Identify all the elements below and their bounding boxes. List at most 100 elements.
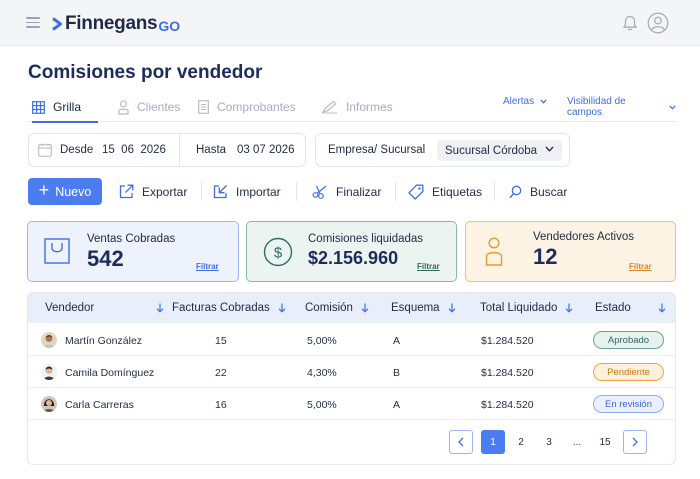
next-page-button[interactable] (623, 430, 647, 454)
tab-bar: Grilla Clientes Comprobantes Informes Al… (28, 92, 676, 123)
tab-comprobantes[interactable]: Comprobantes (198, 92, 296, 122)
pencil-icon (321, 100, 338, 114)
invoices-count: 15 (215, 335, 227, 347)
column-label: Total Liquidado (480, 302, 558, 314)
scheme: A (393, 399, 401, 411)
page-ellipsis: ... (572, 436, 582, 448)
toolbar-divider (395, 182, 396, 201)
status-badge: Aprobado (593, 331, 664, 349)
toolbar: + Nuevo Exportar Importar Finalizar Etiq… (28, 178, 676, 205)
status-badge: En revisión (593, 395, 664, 413)
sort-arrow-icon[interactable] (361, 303, 369, 313)
active-sellers-card: Vendedores Activos 12 Filtrar (465, 221, 676, 282)
status-badge: Pendiente (593, 363, 664, 381)
sort-arrow-icon[interactable] (278, 303, 286, 313)
column-header-scheme[interactable]: Esquema (391, 302, 456, 314)
date-range-filter: Desde 15 06 2026 Hasta 03 07 2026 (28, 133, 306, 167)
column-header-total[interactable]: Total Liquidado (480, 302, 573, 314)
filter-link[interactable]: Filtrar (629, 262, 652, 271)
table-header: Vendedor Facturas Cobradas Comisión Esqu… (28, 293, 675, 323)
tab-grilla[interactable]: Grilla (32, 92, 98, 123)
person-icon (118, 99, 129, 115)
user-avatar-icon[interactable] (647, 12, 669, 34)
tab-clientes[interactable]: Clientes (118, 92, 180, 122)
card-title: Vendedores Activos (533, 231, 635, 243)
avatar (41, 332, 57, 348)
top-bar: Finnegans GO (0, 0, 700, 46)
scissors-icon (312, 184, 328, 199)
search-icon (509, 185, 522, 199)
import-button[interactable]: Importar (213, 178, 281, 205)
table-row[interactable]: Martín González 15 5,00% A $1.284.520 Ap… (28, 324, 675, 356)
commission-rate: 5,00% (307, 335, 337, 347)
toolbar-divider (201, 182, 202, 201)
branch-select[interactable]: Sucursal Córdoba (437, 140, 562, 161)
tag-icon (408, 184, 424, 200)
field-visibility-label: Visibilidad de campos (567, 96, 626, 118)
previous-page-button[interactable] (449, 430, 473, 454)
to-date-input[interactable]: 03 07 2026 (237, 144, 295, 156)
sort-arrow-icon[interactable] (658, 303, 666, 313)
total-paid: $1.284.520 (481, 367, 534, 379)
document-icon (198, 100, 209, 114)
sort-arrow-icon[interactable] (448, 303, 456, 313)
scheme: A (393, 335, 401, 347)
column-header-seller[interactable]: Vendedor (45, 302, 164, 314)
chevron-left-icon (458, 437, 464, 447)
search-button[interactable]: Buscar (509, 178, 567, 205)
card-title: Comisiones liquidadas (308, 233, 424, 245)
seller-name: Carla Carreras (65, 399, 134, 411)
finish-button[interactable]: Finalizar (312, 178, 381, 205)
page-button[interactable]: 15 (593, 430, 617, 454)
sort-arrow-icon[interactable] (565, 303, 573, 313)
sales-collected-card: Ventas Cobradas 542 Filtrar (27, 221, 239, 282)
logo-text: Finnegans (65, 13, 158, 34)
export-button[interactable]: Exportar (119, 178, 187, 205)
seller-name: Camila Domínguez (65, 367, 155, 379)
logo[interactable]: Finnegans GO (52, 12, 180, 36)
seller-name: Martín González (65, 335, 143, 347)
branch-filter: Empresa/ Sucursal Sucursal Córdoba (315, 133, 570, 167)
to-date-label: Hasta (196, 144, 227, 156)
hamburger-menu-icon[interactable] (26, 17, 40, 28)
card-title: Ventas Cobradas (87, 233, 176, 245)
column-header-status[interactable]: Estado (595, 302, 666, 314)
total-paid: $1.284.520 (481, 335, 534, 347)
column-label: Esquema (391, 302, 440, 314)
alerts-dropdown[interactable]: Alertas (503, 96, 547, 107)
logo-chevron-icon (52, 17, 62, 31)
tab-informes[interactable]: Informes (321, 92, 393, 122)
tab-label: Clientes (137, 100, 181, 114)
from-date-input[interactable]: 15 06 2026 (102, 144, 166, 156)
column-header-commission[interactable]: Comisión (305, 302, 369, 314)
commission-rate: 4,30% (307, 367, 337, 379)
sort-arrow-icon[interactable] (156, 303, 164, 313)
bell-icon[interactable] (621, 14, 639, 32)
export-label: Exportar (142, 184, 188, 199)
filter-link[interactable]: Filtrar (196, 262, 219, 271)
page-button[interactable]: 3 (537, 430, 561, 454)
total-paid: $1.284.520 (481, 399, 534, 411)
dollar-circle-icon: $ (263, 237, 293, 267)
plus-icon: + (38, 180, 50, 200)
calendar-icon[interactable] (38, 143, 52, 157)
grid-icon (32, 100, 45, 114)
new-button[interactable]: + Nuevo (28, 178, 102, 205)
table-row[interactable]: Camila Domínguez 22 4,30% B $1.284.520 P… (28, 356, 675, 388)
finish-label: Finalizar (336, 184, 382, 199)
field-visibility-dropdown[interactable]: Visibilidad de campos (567, 96, 676, 118)
avatar (41, 364, 57, 380)
chevron-down-icon (545, 146, 554, 152)
card-value: $2.156.960 (308, 248, 399, 268)
column-header-invoices[interactable]: Facturas Cobradas (172, 302, 286, 314)
filter-link[interactable]: Filtrar (417, 262, 440, 271)
import-icon (213, 184, 228, 199)
svg-text:$: $ (274, 245, 283, 262)
chevron-down-icon (669, 104, 676, 110)
page-button-current[interactable]: 1 (481, 430, 505, 454)
toolbar-divider (494, 182, 495, 201)
page-button[interactable]: 2 (509, 430, 533, 454)
tags-button[interactable]: Etiquetas (408, 178, 482, 205)
table-row[interactable]: Carla Carreras 16 5,00% A $1.284.520 En … (28, 388, 675, 420)
divider (179, 134, 180, 166)
